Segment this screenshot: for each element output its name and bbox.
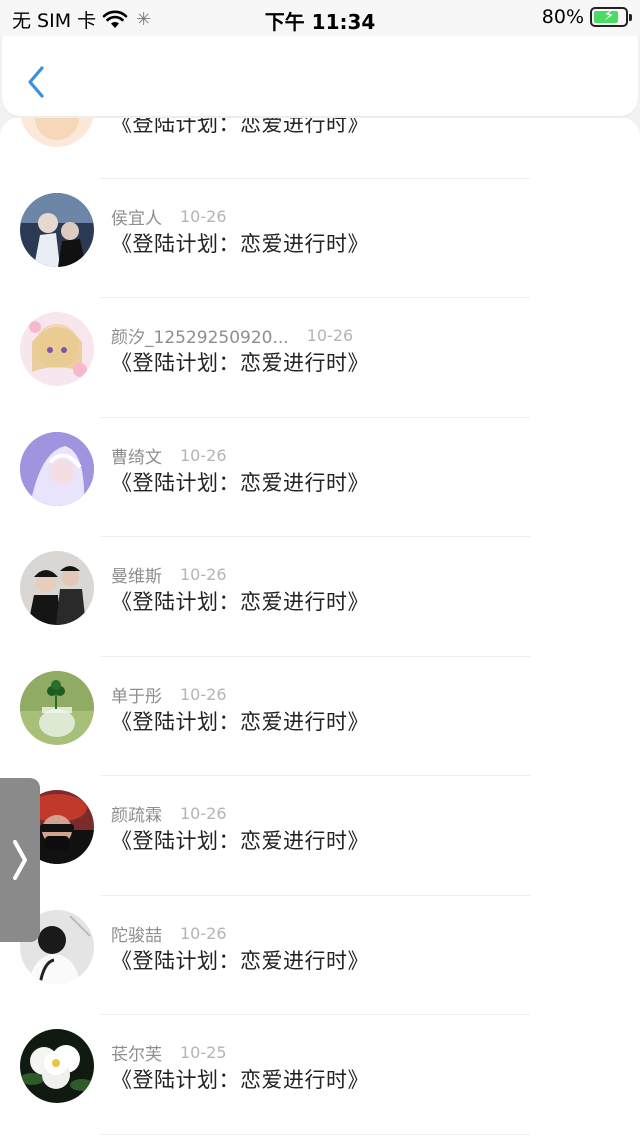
avatar[interactable] [20,192,94,267]
work-title[interactable]: 《登陆计划：恋爱进行时》 [111,586,369,616]
comment-list-panel: 《登陆计划：恋爱进行时》 侯宜人 10-26 《登陆计划：恋爱进行时》 颜汐_12529… [0,118,640,1138]
avatar[interactable] [20,312,94,386]
list-item[interactable]: 颜疏霖 10-26 《登陆计划：恋爱进行时》 [0,776,640,896]
user-name[interactable]: 曼维斯 [111,562,162,587]
chevron-left-icon [28,66,44,98]
status-bar: 无 SIM 卡 ✳ 下午 11:34 80% ⚡ [0,0,640,36]
avatar[interactable] [20,670,94,745]
user-name[interactable]: 苌尔芙 [111,1040,162,1065]
post-date: 10-25 [180,1043,227,1062]
post-date: 10-26 [180,804,227,823]
post-date: 10-26 [180,565,227,584]
item-meta: 陀骏喆 10-26 [111,921,227,946]
avatar[interactable] [20,1029,94,1103]
status-right: 80% ⚡ [541,6,632,28]
user-name[interactable]: 单于彤 [111,682,162,707]
work-title[interactable]: 《登陆计划：恋爱进行时》 [111,825,369,855]
avatar[interactable] [20,431,94,506]
work-title[interactable]: 《登陆计划：恋爱进行时》 [111,118,369,138]
list-item[interactable]: 《登陆计划：恋爱进行时》 [0,118,640,179]
work-title[interactable]: 《登陆计划：恋爱进行时》 [111,228,369,258]
list-item[interactable]: 曹绮文 10-26 《登陆计划：恋爱进行时》 [0,418,640,537]
post-date: 10-26 [180,684,227,704]
user-name[interactable]: 颜汐_12529250920... [111,323,289,348]
divider [100,1133,530,1135]
item-meta: 曹绮文 10-26 [111,443,227,468]
item-meta: 颜汐_12529250920... 10-26 [111,323,353,348]
chevron-right-icon [13,840,27,880]
side-drawer-tab[interactable] [0,778,40,942]
post-date: 10-26 [180,445,227,465]
item-meta: 苌尔芙 10-25 [111,1040,227,1065]
comment-list: 《登陆计划：恋爱进行时》 侯宜人 10-26 《登陆计划：恋爱进行时》 颜汐_12529… [0,118,640,1135]
list-item[interactable]: 单于彤 10-26 《登陆计划：恋爱进行时》 [0,657,640,776]
post-date: 10-26 [180,206,227,226]
user-name[interactable]: 侯宜人 [111,204,162,229]
battery-icon: ⚡ [590,6,632,27]
post-date: 10-26 [180,923,227,943]
item-meta: 单于彤 10-26 [111,682,227,707]
list-item[interactable]: 陀骏喆 10-26 《登陆计划：恋爱进行时》 [0,896,640,1015]
item-meta: 颜疏霖 10-26 [111,801,227,826]
battery-percent: 80% [541,6,584,28]
post-date: 10-26 [306,326,354,345]
work-title[interactable]: 《登陆计划：恋爱进行时》 [111,706,369,736]
list-item[interactable]: 颜汐_12529250920... 10-26 《登陆计划：恋爱进行时》 [0,298,640,418]
charging-bolt-icon: ⚡ [603,6,615,24]
work-title[interactable]: 《登陆计划：恋爱进行时》 [111,1064,369,1094]
list-item[interactable]: 曼维斯 10-26 《登陆计划：恋爱进行时》 [0,537,640,657]
user-name[interactable]: 陀骏喆 [111,921,162,946]
work-title[interactable]: 《登陆计划：恋爱进行时》 [111,347,369,377]
item-meta: 曼维斯 10-26 [111,562,227,587]
list-item[interactable]: 侯宜人 10-26 《登陆计划：恋爱进行时》 [0,179,640,298]
back-button[interactable] [24,62,52,102]
user-name[interactable]: 颜疏霖 [111,801,162,826]
avatar[interactable] [20,118,94,147]
avatar[interactable] [20,551,94,625]
user-name[interactable]: 曹绮文 [111,443,162,468]
work-title[interactable]: 《登陆计划：恋爱进行时》 [111,945,369,975]
work-title[interactable]: 《登陆计划：恋爱进行时》 [111,467,369,497]
list-item[interactable]: 苌尔芙 10-25 《登陆计划：恋爱进行时》 [0,1015,640,1135]
item-meta: 侯宜人 10-26 [111,204,227,229]
